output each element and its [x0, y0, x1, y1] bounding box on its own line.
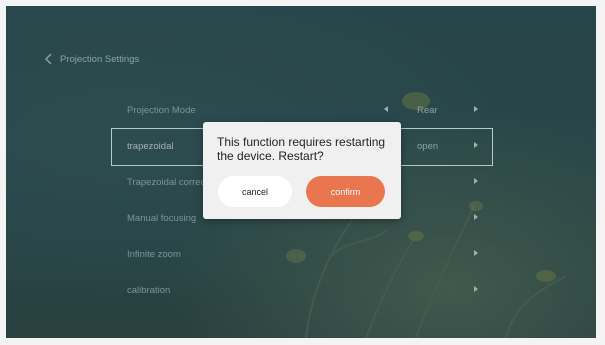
restart-dialog: This function requires restarting the de… — [203, 122, 401, 219]
arrow-right-icon[interactable] — [474, 142, 478, 148]
arrow-right-icon[interactable] — [474, 250, 478, 256]
arrow-right-icon[interactable] — [474, 178, 478, 184]
page-title: Projection Settings — [60, 53, 140, 65]
dialog-message: This function requires restarting the de… — [217, 135, 386, 163]
setting-value: Rear — [417, 105, 438, 116]
arrow-right-icon[interactable] — [474, 286, 478, 292]
cancel-button[interactable]: cancel — [218, 176, 292, 207]
arrow-right-icon[interactable] — [474, 214, 478, 220]
setting-value: open — [417, 141, 439, 152]
arrow-left-icon[interactable] — [384, 106, 388, 112]
confirm-button[interactable]: confirm — [306, 176, 385, 207]
setting-label: Projection Mode — [127, 105, 196, 116]
chevron-left-icon — [45, 53, 52, 65]
setting-row-infinite-zoom[interactable]: Infinite zoom — [112, 237, 492, 273]
setting-row-calibration[interactable]: calibration — [112, 273, 492, 309]
setting-label: Manual focusing — [127, 213, 197, 224]
back-button[interactable]: Projection Settings — [44, 53, 139, 65]
arrow-right-icon[interactable] — [474, 106, 478, 112]
setting-label: Trapezoidal correct — [127, 177, 208, 188]
setting-label: trapezoidal — [127, 141, 174, 152]
setting-label: Infinite zoom — [127, 249, 181, 260]
setting-label: calibration — [127, 285, 171, 296]
